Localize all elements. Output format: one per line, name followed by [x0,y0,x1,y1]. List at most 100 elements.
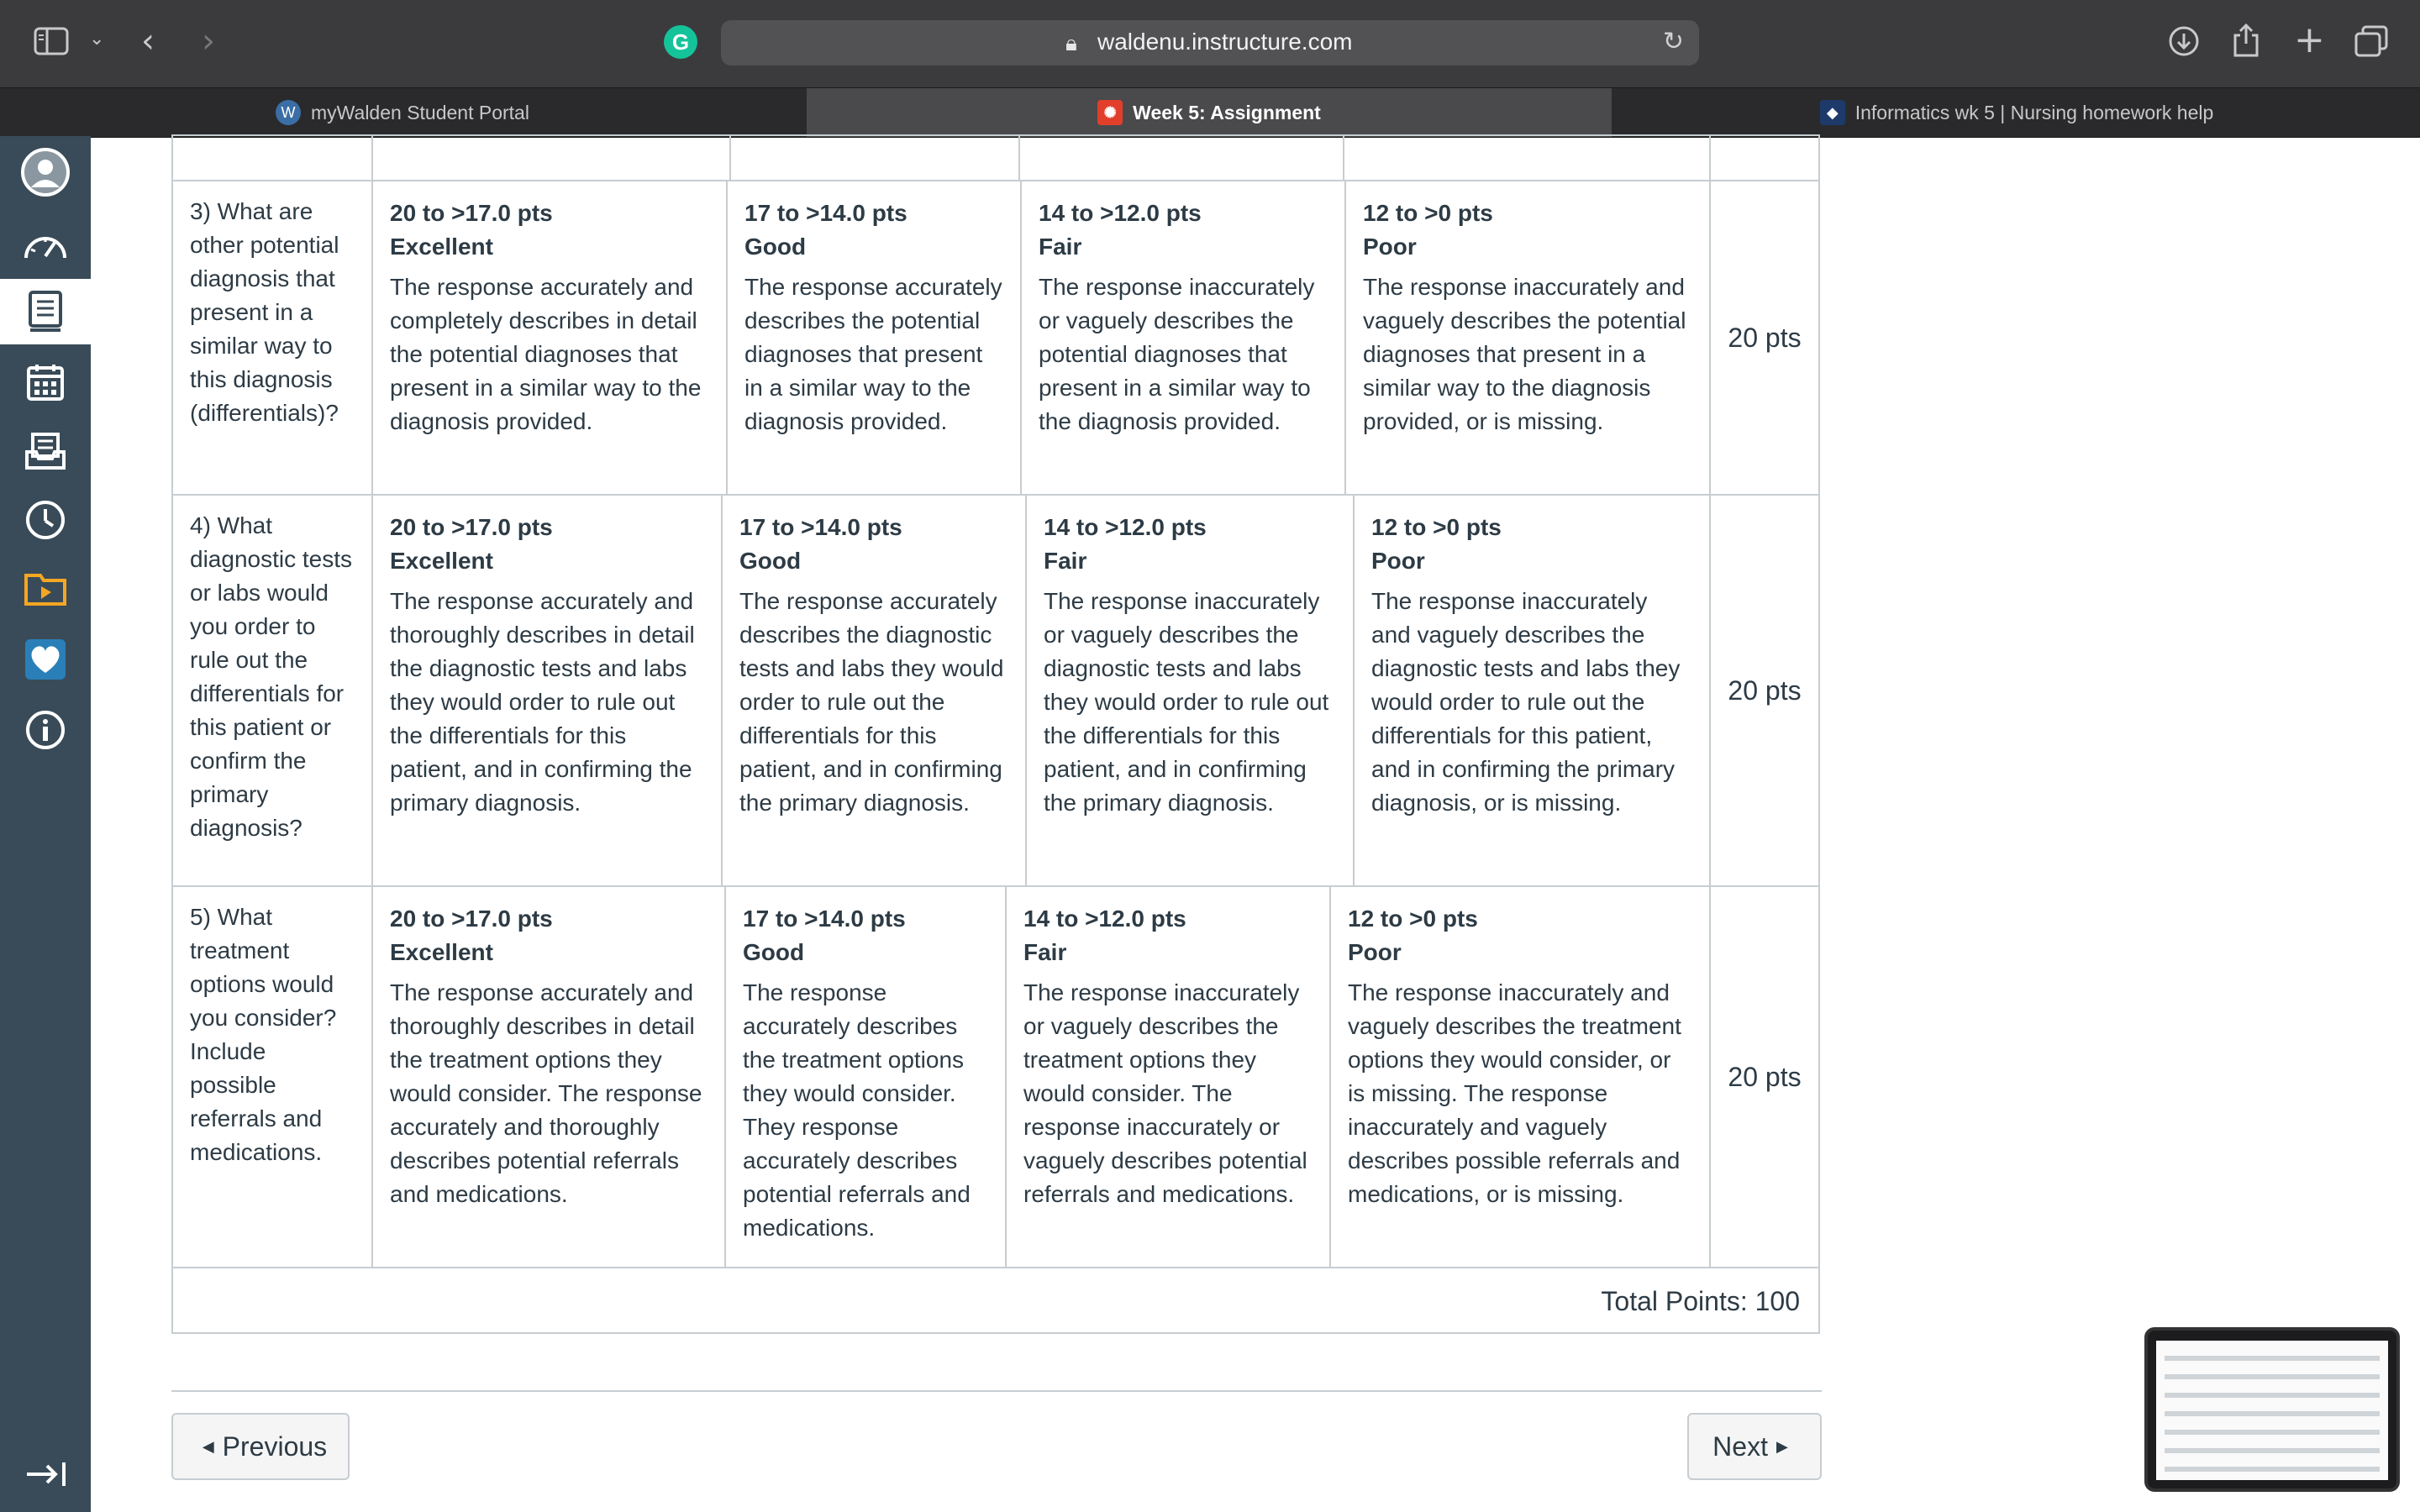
address-bar[interactable]: 🔒︎ waldenu.instructure.com ↻ [721,20,1699,66]
rating-cell-fair[interactable]: 14 to >12.0 pts Fair The response inaccu… [1005,885,1331,1268]
rating-label: Poor [1363,234,1417,260]
rating-points: 20 to >17.0 pts [390,906,553,932]
rating-points: 20 to >17.0 pts [390,200,553,226]
previous-button[interactable]: ◀ Previous [171,1413,350,1480]
site-favicon-icon: ◆ [1819,100,1845,125]
nav-files[interactable] [0,556,91,622]
back-icon[interactable]: ‹ [141,22,155,60]
divider [171,1390,1822,1392]
rating-cell-excellent[interactable]: 20 to >17.0 pts Excellent The response a… [371,885,726,1268]
tab-week5-assignment[interactable]: ✺ Week 5: Assignment [807,88,1612,137]
rating-points: 14 to >12.0 pts [1023,906,1186,932]
canvas-logo-icon: ✺ [1097,100,1123,125]
rating-label: Fair [1023,939,1067,965]
prev-row-rating-cell [1018,134,1344,181]
nav-collapse[interactable] [0,1441,91,1507]
clock-icon [26,501,65,539]
rating-description: The response inaccurately or vaguely des… [1044,588,1329,816]
browser-toolbar: ⌄ ‹ › G 🔒︎ waldenu.instructure.com ↻ + [0,0,2420,87]
rating-points: 17 to >14.0 pts [744,200,908,226]
forward-icon[interactable]: › [202,22,215,60]
tab-informatics[interactable]: ◆ Informatics wk 5 | Nursing homework he… [1613,88,2420,137]
rating-description: The response accurately and completely d… [390,274,702,434]
rating-label: Excellent [390,939,493,965]
lock-icon: 🔒︎ [1065,30,1077,55]
rating-points: 14 to >12.0 pts [1044,514,1207,540]
rating-cell-poor[interactable]: 12 to >0 pts Poor The response inaccurat… [1353,494,1711,887]
new-tab-icon[interactable]: + [2294,18,2325,61]
rating-points: 20 to >17.0 pts [390,514,553,540]
rating-points: 14 to >12.0 pts [1039,200,1202,226]
previous-label: Previous [222,1431,328,1462]
courses-book-icon [29,291,62,332]
criterion-cell: 5) What treatment options would you cons… [171,885,373,1268]
prev-row-criterion-cell [171,134,373,181]
points-text: 20 pts [1728,1061,1802,1092]
rating-description: The response inaccurately or vaguely des… [1023,979,1307,1207]
rating-cell-good[interactable]: 17 to >14.0 pts Good The response accura… [724,885,1007,1268]
rating-cell-good[interactable]: 17 to >14.0 pts Good The response accura… [726,180,1022,496]
rating-label: Good [744,234,807,260]
thumbnail-content [2156,1341,2388,1480]
rating-description: The response accurately and thoroughly d… [390,979,702,1207]
tab-mywalden[interactable]: W myWalden Student Portal [0,88,805,137]
nav-account[interactable] [0,139,91,205]
reload-icon[interactable]: ↻ [1663,27,1684,56]
grammarly-icon[interactable]: G [664,25,697,59]
rating-description: The response inaccurately and vaguely de… [1348,979,1681,1207]
nav-inbox[interactable] [0,418,91,484]
nav-dashboard[interactable] [0,212,91,277]
caret-right-icon: ▶ [1776,1437,1788,1455]
tab-bar: W myWalden Student Portal ✺ Week 5: Assi… [0,87,2420,138]
rating-cell-good[interactable]: 17 to >14.0 pts Good The response accura… [721,494,1027,887]
sidebar-toggle-icon[interactable] [34,27,69,59]
rating-description: The response accurately and thoroughly d… [390,588,695,816]
global-navigation [0,136,91,1512]
nav-app-heart[interactable] [0,627,91,692]
rating-cell-fair[interactable]: 14 to >12.0 pts Fair The response inaccu… [1025,494,1355,887]
tab-overview-icon[interactable] [2354,25,2388,60]
rating-label: Excellent [390,548,493,574]
share-icon[interactable] [2232,22,2260,60]
prev-row-rating-cell [371,134,731,181]
points-text: 20 pts [1728,675,1802,706]
next-label: Next [1712,1431,1768,1462]
rating-label: Excellent [390,234,493,260]
tab-label: Week 5: Assignment [1133,101,1321,123]
download-icon[interactable] [2168,25,2200,60]
rating-cell-excellent[interactable]: 20 to >17.0 pts Excellent The response a… [371,180,728,496]
rating-label: Good [739,548,802,574]
nav-help[interactable] [0,697,91,763]
rating-cell-fair[interactable]: 14 to >12.0 pts Fair The response inaccu… [1020,180,1346,496]
rating-label: Poor [1348,939,1402,965]
prev-row-points-cell [1709,134,1820,181]
walden-w-icon: W [276,100,302,125]
criterion-cell: 4) What diagnostic tests or labs would y… [171,494,373,887]
rating-description: The response accurately describes the po… [744,274,1002,434]
criterion-cell: 3) What are other potential diagnosis th… [171,180,373,496]
criterion-points: 20 pts [1709,494,1820,887]
tab-label: Informatics wk 5 | Nursing homework help [1854,101,2214,123]
criterion-text: 5) What treatment options would you cons… [190,904,337,1165]
rating-description: The response inaccurately and vaguely de… [1371,588,1681,816]
nav-history[interactable] [0,487,91,553]
folder-play-icon [24,574,66,606]
rating-label: Poor [1371,548,1425,574]
screenshot-preview-thumbnail[interactable] [2144,1327,2400,1492]
chevron-down-icon[interactable]: ⌄ [89,29,104,50]
criterion-text: 4) What diagnostic tests or labs would y… [190,512,352,841]
rating-label: Fair [1039,234,1082,260]
rating-cell-poor[interactable]: 12 to >0 pts Poor The response inaccurat… [1344,180,1711,496]
rating-cell-poor[interactable]: 12 to >0 pts Poor The response inaccurat… [1329,885,1711,1268]
rating-cell-excellent[interactable]: 20 to >17.0 pts Excellent The response a… [371,494,723,887]
nav-calendar[interactable] [0,349,91,415]
prev-row-rating-cell [1343,134,1711,181]
caret-left-icon: ◀ [202,1437,214,1455]
rating-points: 12 to >0 pts [1371,514,1502,540]
nav-courses[interactable] [0,279,91,344]
rating-label: Good [743,939,805,965]
rating-points: 12 to >0 pts [1348,906,1478,932]
criterion-points: 20 pts [1709,885,1820,1268]
criterion-text: 3) What are other potential diagnosis th… [190,198,339,426]
next-button[interactable]: Next ▶ [1687,1413,1822,1480]
